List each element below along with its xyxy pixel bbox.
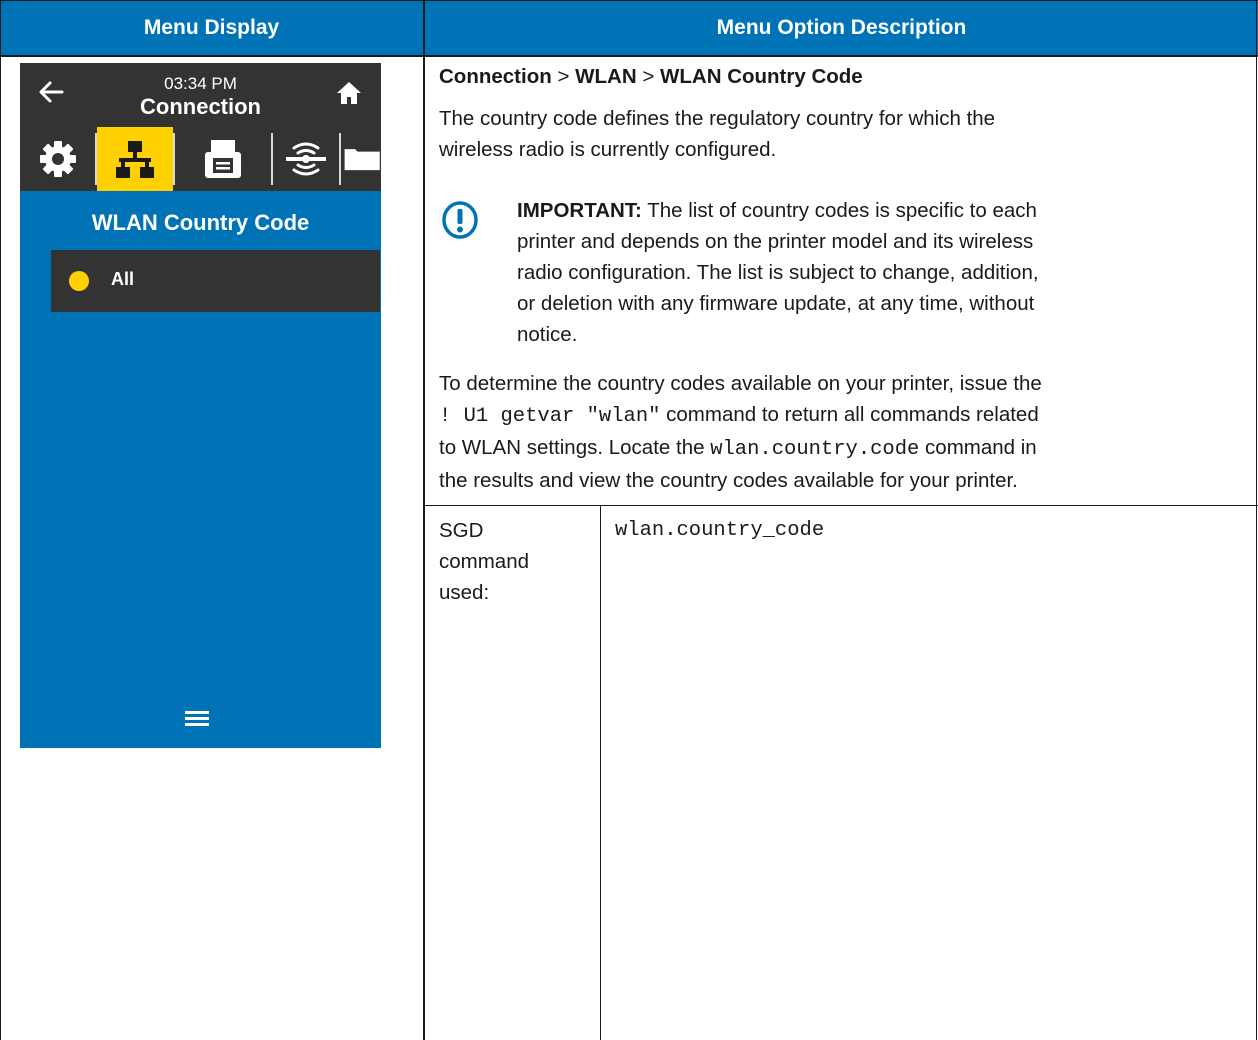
printer-icon [205, 140, 241, 178]
paragraph-line: To determine the country codes available… [439, 372, 1042, 395]
determine-paragraph: To determine the country codes available… [439, 368, 1042, 496]
breadcrumb-separator: > [642, 65, 655, 88]
wireless-icon [286, 142, 326, 176]
table-border-top [0, 0, 1258, 1]
important-text: or deletion with any firmware update, at… [517, 292, 1035, 315]
sgd-command-value: wlan.country_code [615, 519, 825, 542]
important-text: radio configuration. The list is subject… [517, 261, 1039, 284]
column-header-menu-option-description: Menu Option Description [425, 0, 1258, 55]
folder-icon [344, 149, 380, 171]
screen-icon-bar [20, 127, 381, 191]
header-divider [0, 55, 1258, 57]
storage-tab[interactable] [341, 127, 381, 191]
important-text: notice. [517, 323, 578, 346]
country-code-command: wlan.country.code [710, 438, 920, 461]
table-border-right [1256, 0, 1257, 1040]
important-label: IMPORTANT: [517, 199, 642, 222]
paragraph-text: command in [919, 436, 1037, 459]
intro-paragraph: The country code defines the regulatory … [439, 103, 995, 165]
important-note: IMPORTANT: The list of country codes is … [517, 195, 1039, 350]
screen-time: 03:34 PM [164, 74, 237, 93]
document-page: Menu Display Menu Option Description 03:… [0, 0, 1258, 1040]
important-text: The list of country codes is specific to… [641, 199, 1037, 222]
paragraph-text: to WLAN settings. Locate the [439, 436, 711, 459]
column-header-menu-display: Menu Display [0, 0, 423, 55]
breadcrumb: Connection > WLAN > WLAN Country Code [439, 61, 863, 92]
printer-screen: 03:34 PM Connection WLAN Country Code Al… [20, 63, 381, 748]
country-option-label: All [111, 269, 135, 289]
screen-title: Connection [140, 94, 261, 119]
print-tab[interactable] [175, 127, 271, 191]
important-icon [442, 201, 478, 239]
important-text: printer and depends on the printer model… [517, 230, 1034, 253]
home-icon[interactable] [335, 80, 363, 106]
paragraph-text: command to return all commands related [660, 403, 1039, 426]
sgd-label: SGD command used: [439, 515, 529, 608]
sgd-label-line: used: [439, 581, 490, 604]
menu-icon[interactable] [185, 708, 209, 728]
radio-selected-icon [69, 271, 89, 291]
table-border-left [0, 0, 1, 1040]
screen-top-bar: 03:34 PM Connection [20, 63, 381, 127]
sgd-label-line: SGD [439, 519, 484, 542]
row-divider [425, 505, 1258, 506]
breadcrumb-separator: > [557, 65, 570, 88]
wireless-tab[interactable] [273, 127, 339, 191]
settings-tab[interactable] [20, 127, 95, 191]
column-divider [423, 0, 425, 1040]
getvar-command: ! U1 getvar "wlan" [439, 405, 661, 428]
screen-heading: WLAN Country Code [91, 210, 310, 235]
paragraph-line: the results and view the country codes a… [439, 469, 1018, 492]
country-option[interactable]: All [51, 250, 380, 312]
sgd-column-divider [600, 505, 601, 1040]
intro-line: The country code defines the regulatory … [439, 107, 996, 130]
gear-icon [39, 141, 76, 177]
sgd-label-line: command [439, 550, 530, 573]
network-icon [116, 141, 154, 178]
breadcrumb-item: WLAN Country Code [660, 65, 863, 88]
breadcrumb-item: Connection [439, 65, 552, 88]
breadcrumb-item: WLAN [575, 65, 637, 88]
intro-line: wireless radio is currently configured. [439, 138, 777, 161]
connection-tab[interactable] [97, 127, 173, 191]
